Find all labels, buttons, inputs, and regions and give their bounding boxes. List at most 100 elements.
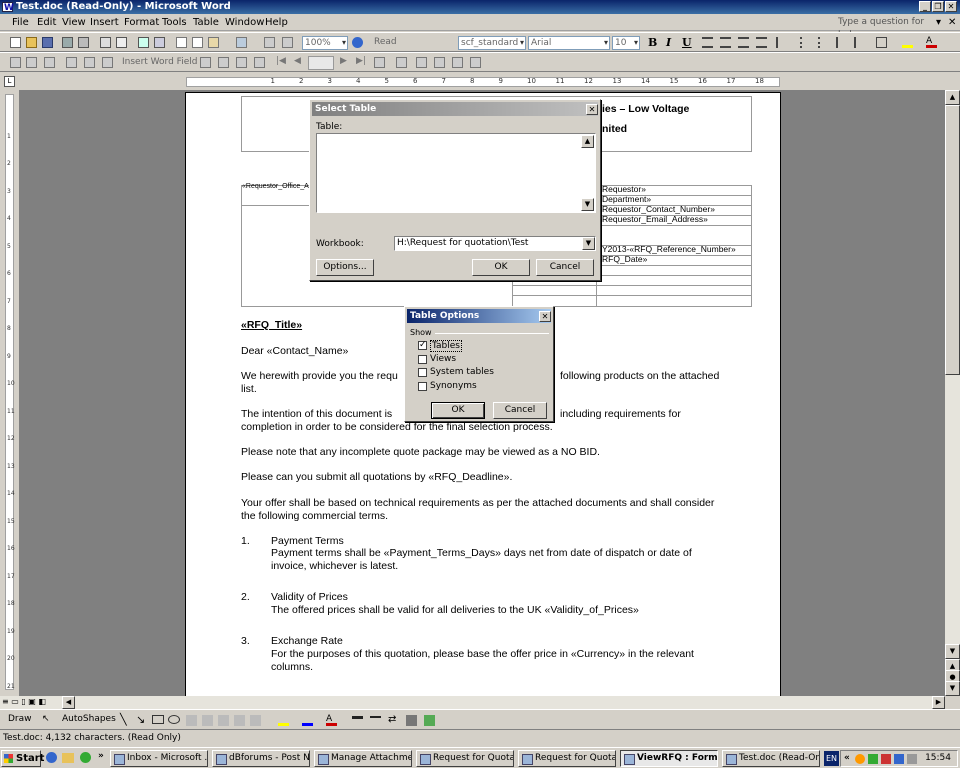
- fill-color-icon[interactable]: [278, 715, 289, 726]
- font-color-icon[interactable]: A: [926, 37, 937, 48]
- taskbar-test-doc[interactable]: Test.doc (Read-On...: [722, 750, 820, 767]
- table-options-ok-button[interactable]: OK: [431, 402, 485, 419]
- insert-merge-fields-icon[interactable]: [102, 57, 113, 68]
- print-preview-icon[interactable]: [116, 37, 127, 48]
- insert-table-icon[interactable]: [264, 37, 275, 48]
- table-options-cancel-button[interactable]: Cancel: [493, 402, 547, 419]
- tray-expand-icon[interactable]: «: [844, 751, 850, 766]
- highlight-icon[interactable]: [902, 37, 913, 48]
- menu-window[interactable]: Window: [225, 17, 264, 28]
- permission-icon[interactable]: [62, 37, 73, 48]
- tray-network-icon[interactable]: [894, 754, 904, 764]
- table-list-down-icon[interactable]: ▼: [581, 198, 594, 211]
- menu-tools[interactable]: Tools: [162, 17, 187, 28]
- wordart-icon[interactable]: [202, 715, 213, 726]
- taskbar-request-quotation-1[interactable]: Request for Quota...: [416, 750, 514, 767]
- system-tables-checkbox[interactable]: [418, 368, 427, 377]
- insert-address-block-icon[interactable]: [66, 57, 77, 68]
- next-page-icon[interactable]: ▼: [945, 681, 960, 696]
- picture-icon[interactable]: [250, 715, 261, 726]
- tray-app-icon[interactable]: [855, 754, 865, 764]
- recipients-icon[interactable]: [44, 57, 55, 68]
- view-buttons[interactable]: ≡ ▭ ▯ ▣ ◧: [2, 697, 46, 706]
- rectangle-icon[interactable]: [152, 715, 164, 724]
- menu-format[interactable]: Format: [124, 17, 159, 28]
- numbering-icon[interactable]: [800, 37, 811, 48]
- save-icon[interactable]: [42, 37, 53, 48]
- text-box-icon[interactable]: [186, 715, 197, 726]
- align-right-icon[interactable]: [738, 37, 749, 48]
- new-document-icon[interactable]: [10, 37, 21, 48]
- scroll-up-icon[interactable]: ▲: [945, 90, 960, 105]
- tray-security-icon[interactable]: [868, 754, 878, 764]
- bullets-icon[interactable]: [818, 37, 829, 48]
- match-fields-icon[interactable]: [236, 57, 247, 68]
- start-button[interactable]: Start: [1, 750, 44, 767]
- previous-record-icon[interactable]: ◀: [294, 57, 305, 68]
- oval-icon[interactable]: [168, 715, 180, 724]
- line-spacing-icon[interactable]: [776, 37, 787, 48]
- tray-antivirus-icon[interactable]: [881, 754, 891, 764]
- arrow-style-icon[interactable]: ⇄: [388, 715, 399, 726]
- copy-icon[interactable]: [192, 37, 203, 48]
- spelling-icon[interactable]: [138, 37, 149, 48]
- merge-to-new-document-icon[interactable]: [416, 57, 427, 68]
- scroll-thumb[interactable]: [945, 105, 960, 375]
- highlight-fields-icon[interactable]: [218, 57, 229, 68]
- vertical-scrollbar[interactable]: ▲ ▼ ▲ ● ▼: [945, 90, 960, 696]
- explorer-quicklaunch-icon[interactable]: [62, 753, 74, 763]
- views-label[interactable]: Views: [430, 354, 456, 364]
- draw-font-color-icon[interactable]: A: [326, 715, 337, 726]
- close-document-icon[interactable]: ✕: [948, 17, 956, 28]
- scroll-right-icon[interactable]: ▶: [932, 696, 945, 709]
- italic-button[interactable]: I: [666, 36, 671, 49]
- clip-art-icon[interactable]: [234, 715, 245, 726]
- table-list-up-icon[interactable]: ▲: [581, 135, 594, 148]
- help-icon[interactable]: [352, 37, 363, 48]
- open-data-source-icon[interactable]: [26, 57, 37, 68]
- last-record-icon[interactable]: ▶|: [356, 57, 367, 68]
- propagate-labels-icon[interactable]: [254, 57, 265, 68]
- vertical-ruler[interactable]: 1 2 3 4 5 6 7 8 9 10 11 12 13 14 15 16 17 18 19 20 21: [0, 90, 19, 696]
- line-style-icon[interactable]: [352, 716, 363, 727]
- restore-icon[interactable]: ❐: [932, 1, 944, 12]
- synonyms-label[interactable]: Synonyms: [430, 381, 477, 391]
- record-number-input[interactable]: [308, 56, 334, 70]
- help-dropdown-icon[interactable]: ▾: [936, 17, 941, 28]
- font-select[interactable]: Arial: [528, 36, 610, 50]
- style-select[interactable]: scf_standard: [458, 36, 526, 50]
- taskbar-request-quotation-2[interactable]: Request for Quota...: [518, 750, 616, 767]
- draw-menu[interactable]: Draw: [8, 714, 32, 724]
- next-record-icon[interactable]: ▶: [340, 57, 351, 68]
- table-options-close-icon[interactable]: ✕: [539, 311, 551, 322]
- view-merged-data-icon[interactable]: [200, 57, 211, 68]
- options-button[interactable]: Options...: [316, 259, 374, 276]
- cut-icon[interactable]: [176, 37, 187, 48]
- arrow-icon[interactable]: ↘: [136, 713, 145, 726]
- open-icon[interactable]: [26, 37, 37, 48]
- quicklaunch-more-icon[interactable]: »: [98, 751, 104, 761]
- workbook-dropdown-icon[interactable]: ▼: [582, 237, 595, 250]
- language-indicator[interactable]: EN: [824, 751, 839, 766]
- merge-to-email-icon[interactable]: [452, 57, 463, 68]
- autoshapes-menu[interactable]: AutoShapes: [62, 714, 116, 724]
- print-icon[interactable]: [100, 37, 111, 48]
- insert-word-field-button[interactable]: Insert Word Field: [122, 57, 197, 67]
- tray-volume-icon[interactable]: [907, 754, 917, 764]
- zoom-select[interactable]: 100%: [302, 36, 348, 50]
- horizontal-ruler[interactable]: L 1 2 3 4 5 6 7 8 9 10 11 12 13 14 15 16 17 18: [0, 73, 960, 90]
- decrease-indent-icon[interactable]: [836, 37, 847, 48]
- taskbar-dbforums[interactable]: dBforums - Post Ne...: [212, 750, 310, 767]
- menu-edit[interactable]: Edit: [37, 17, 56, 28]
- taskbar-inbox[interactable]: Inbox - Microsoft ...: [110, 750, 208, 767]
- first-record-icon[interactable]: |◀: [276, 57, 287, 68]
- firefox-quicklaunch-icon[interactable]: [80, 752, 91, 763]
- close-icon[interactable]: ✕: [945, 1, 957, 12]
- align-center-icon[interactable]: [720, 37, 731, 48]
- columns-icon[interactable]: [282, 37, 293, 48]
- font-size-select[interactable]: 10: [612, 36, 640, 50]
- word-app-icon[interactable]: [2, 1, 14, 15]
- synonyms-checkbox[interactable]: [418, 382, 427, 391]
- bold-button[interactable]: B: [648, 36, 657, 49]
- select-table-cancel-button[interactable]: Cancel: [536, 259, 594, 276]
